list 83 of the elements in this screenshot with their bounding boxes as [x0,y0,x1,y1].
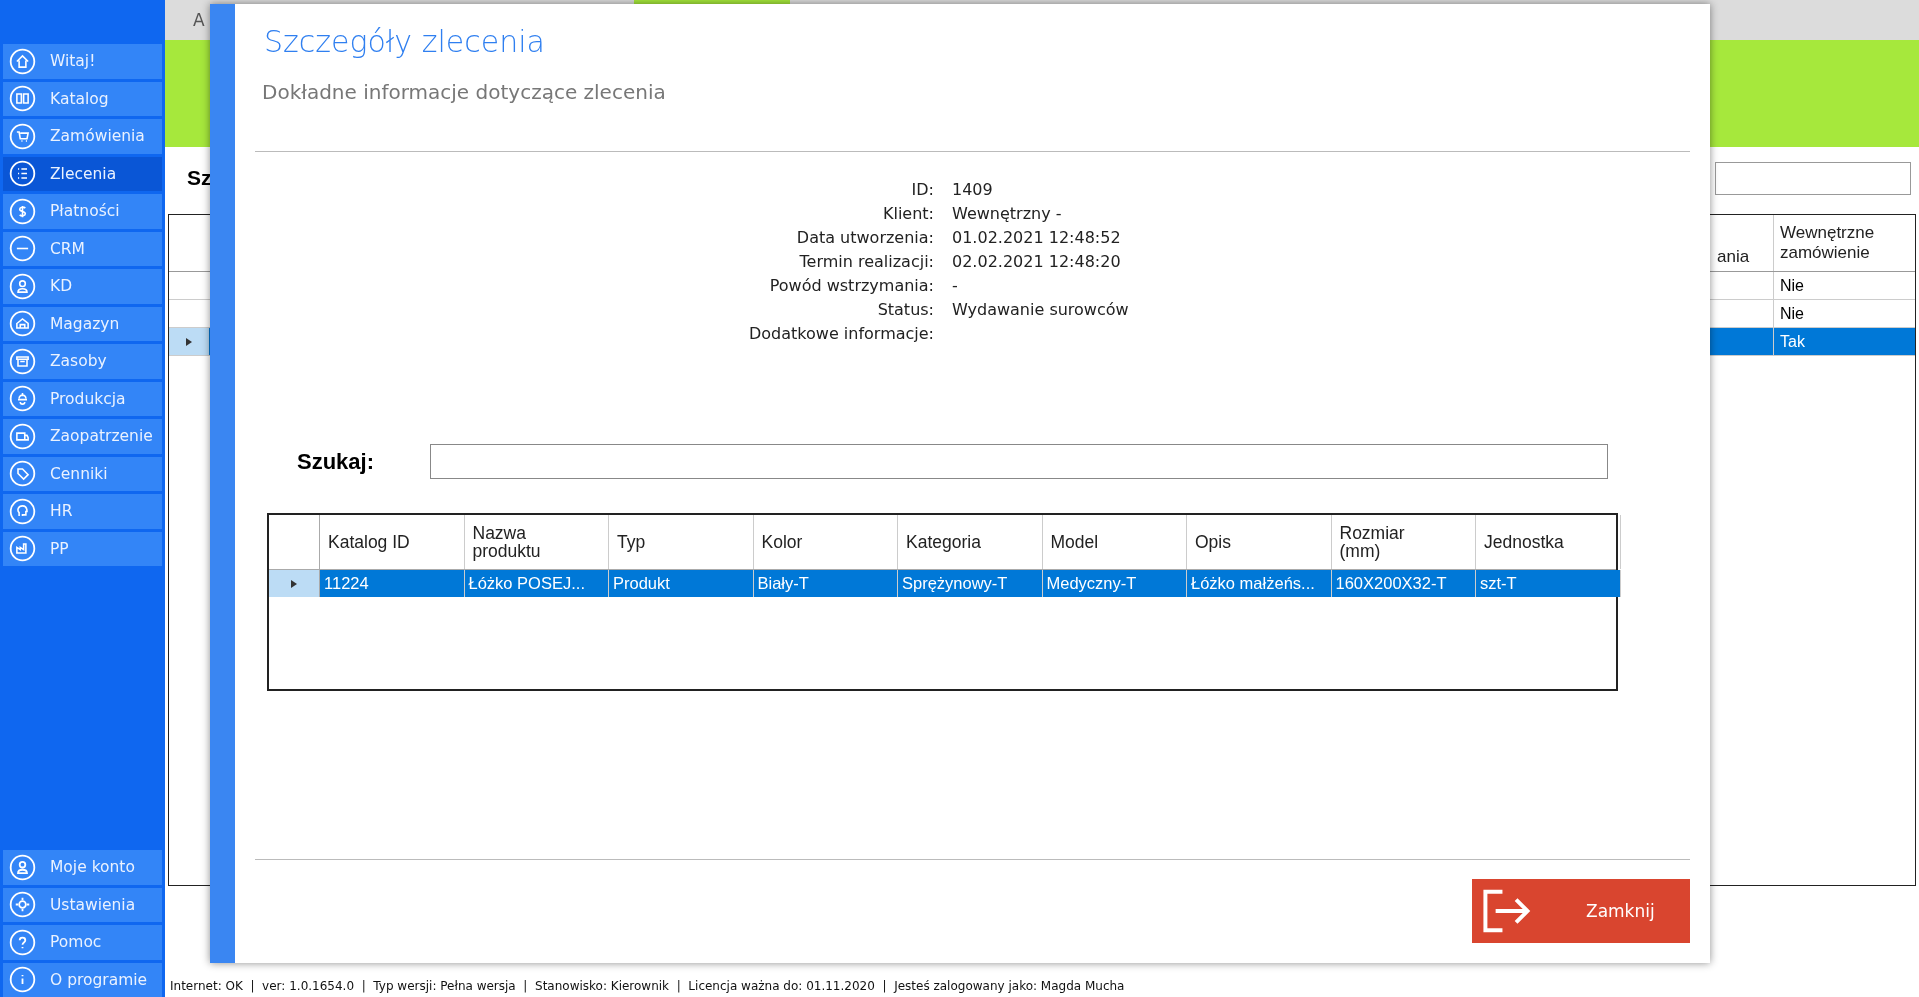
warehouse-icon [9,310,36,338]
column-header[interactable]: Nazwa produktu [464,515,609,569]
cart-icon [9,122,36,150]
tag-icon [9,460,36,488]
person-icon [9,272,36,300]
list-icon [9,160,36,188]
table-cell: Łóżko małżeńs... [1187,570,1332,597]
sidebar-item[interactable]: Katalog [3,81,162,116]
table-cell: Medyczny-T [1042,570,1187,597]
column-header[interactable]: Model [1042,515,1187,569]
detail-label: ID: [910,180,934,199]
person-icon [9,853,36,881]
detail-label: Powód wstrzymania: [768,276,934,295]
book-icon [9,85,36,113]
table-cell: Łóżko POSEJ... [464,570,609,597]
search-field[interactable] [430,444,1608,479]
table-cell: Produkt [609,570,754,597]
sidebar-item[interactable]: Płatności [3,194,162,229]
home-icon [9,47,36,75]
column-header[interactable]: Jednostka [1476,515,1621,569]
column-header[interactable]: Katalog ID [320,515,465,569]
detail-label: Termin realizacji: [798,252,934,271]
sidebar-item[interactable]: Zamówienia [3,119,162,154]
sidebar-item[interactable]: Cenniki [3,456,162,491]
dialog-title: Szczegóły zlecenia [263,24,546,59]
detail-label: Klient: [881,204,934,223]
sidebar-item[interactable]: CRM [3,231,162,266]
sidebar-item[interactable]: Zlecenia [3,156,162,191]
column-header[interactable]: Opis [1187,515,1332,569]
sidebar-item[interactable]: PP [3,531,162,566]
dollar-icon [9,197,36,225]
detail-label: Status: [876,300,934,319]
detail-value: - [952,276,958,295]
search-label: Szukaj: [297,448,376,475]
detail-label: Dodatkowe informacje: [748,324,934,343]
circle-icon [9,235,36,263]
table-cell: Sprężynowy-T [898,570,1043,597]
factory-icon [9,535,36,563]
sidebar-item[interactable]: KD [3,269,162,304]
table-cell: Biały-T [753,570,898,597]
close-button[interactable]: Zamknij [1472,879,1690,943]
sidebar-item[interactable]: Pomoc [3,925,162,960]
tab-label[interactable]: A [193,10,205,30]
sidebar-item[interactable]: Ustawienia [3,887,162,922]
sidebar-item[interactable]: Magazyn [3,306,162,341]
sidebar-item[interactable]: Zaopatrzenie [3,419,162,454]
gear-icon [9,891,36,919]
detail-value: Wydawanie surowców [952,300,1129,319]
exit-icon [1482,888,1532,934]
table-cell: Nie [1773,300,1915,327]
table-cell: Nie [1773,272,1915,299]
detail-value: 02.02.2021 12:48:20 [952,252,1121,271]
truck-icon [9,422,36,450]
sidebar-item[interactable]: HR [3,494,162,529]
help-icon [9,928,36,956]
table-cell: 11224 [320,570,465,597]
sidebar-item[interactable]: Moje konto [3,850,162,885]
column-header[interactable]: Wewnętrzne zamówienie [1773,215,1915,271]
detail-label: Data utworzenia: [795,228,934,247]
sidebar-item[interactable]: Witaj! [3,44,162,79]
status-bar-text: Internet: OK | ver: 1.0.1654.0 | Typ wersji: Pełna wersja | Stanowisko: Kierownik | Licencja ważna do: 01.11.2020 | Jesteś zalogowany jako: Magda Mucha [169,978,1126,995]
column-header[interactable]: ania [1711,215,1773,271]
column-header[interactable]: Typ [609,515,754,569]
column-header[interactable]: Rozmiar (mm) [1331,515,1476,569]
row-pointer-icon [185,336,193,347]
page-heading: Sz [186,166,212,190]
dialog-subtitle: Dokładne informacje dotyczące zlecenia [261,80,667,104]
row-pointer-icon [290,578,298,589]
table-cell: szt-T [1476,570,1621,597]
search-field[interactable] [1715,161,1911,195]
table-cell: Tak [1773,328,1915,355]
box-icon [9,347,36,375]
detail-value: Wewnętrzny - [952,204,1062,223]
detail-value: 1409 [952,180,993,199]
sidebar-item[interactable]: O programie [3,962,162,997]
column-header[interactable]: Kolor [753,515,898,569]
sidebar-item[interactable]: Produkcja [3,381,162,416]
column-header[interactable]: Kategoria [898,515,1043,569]
head-icon [9,497,36,525]
sidebar-item[interactable]: Zasoby [3,344,162,379]
table-cell: 160X200X32-T [1331,570,1476,597]
info-icon [9,966,36,994]
detail-value: 01.02.2021 12:48:52 [952,228,1121,247]
